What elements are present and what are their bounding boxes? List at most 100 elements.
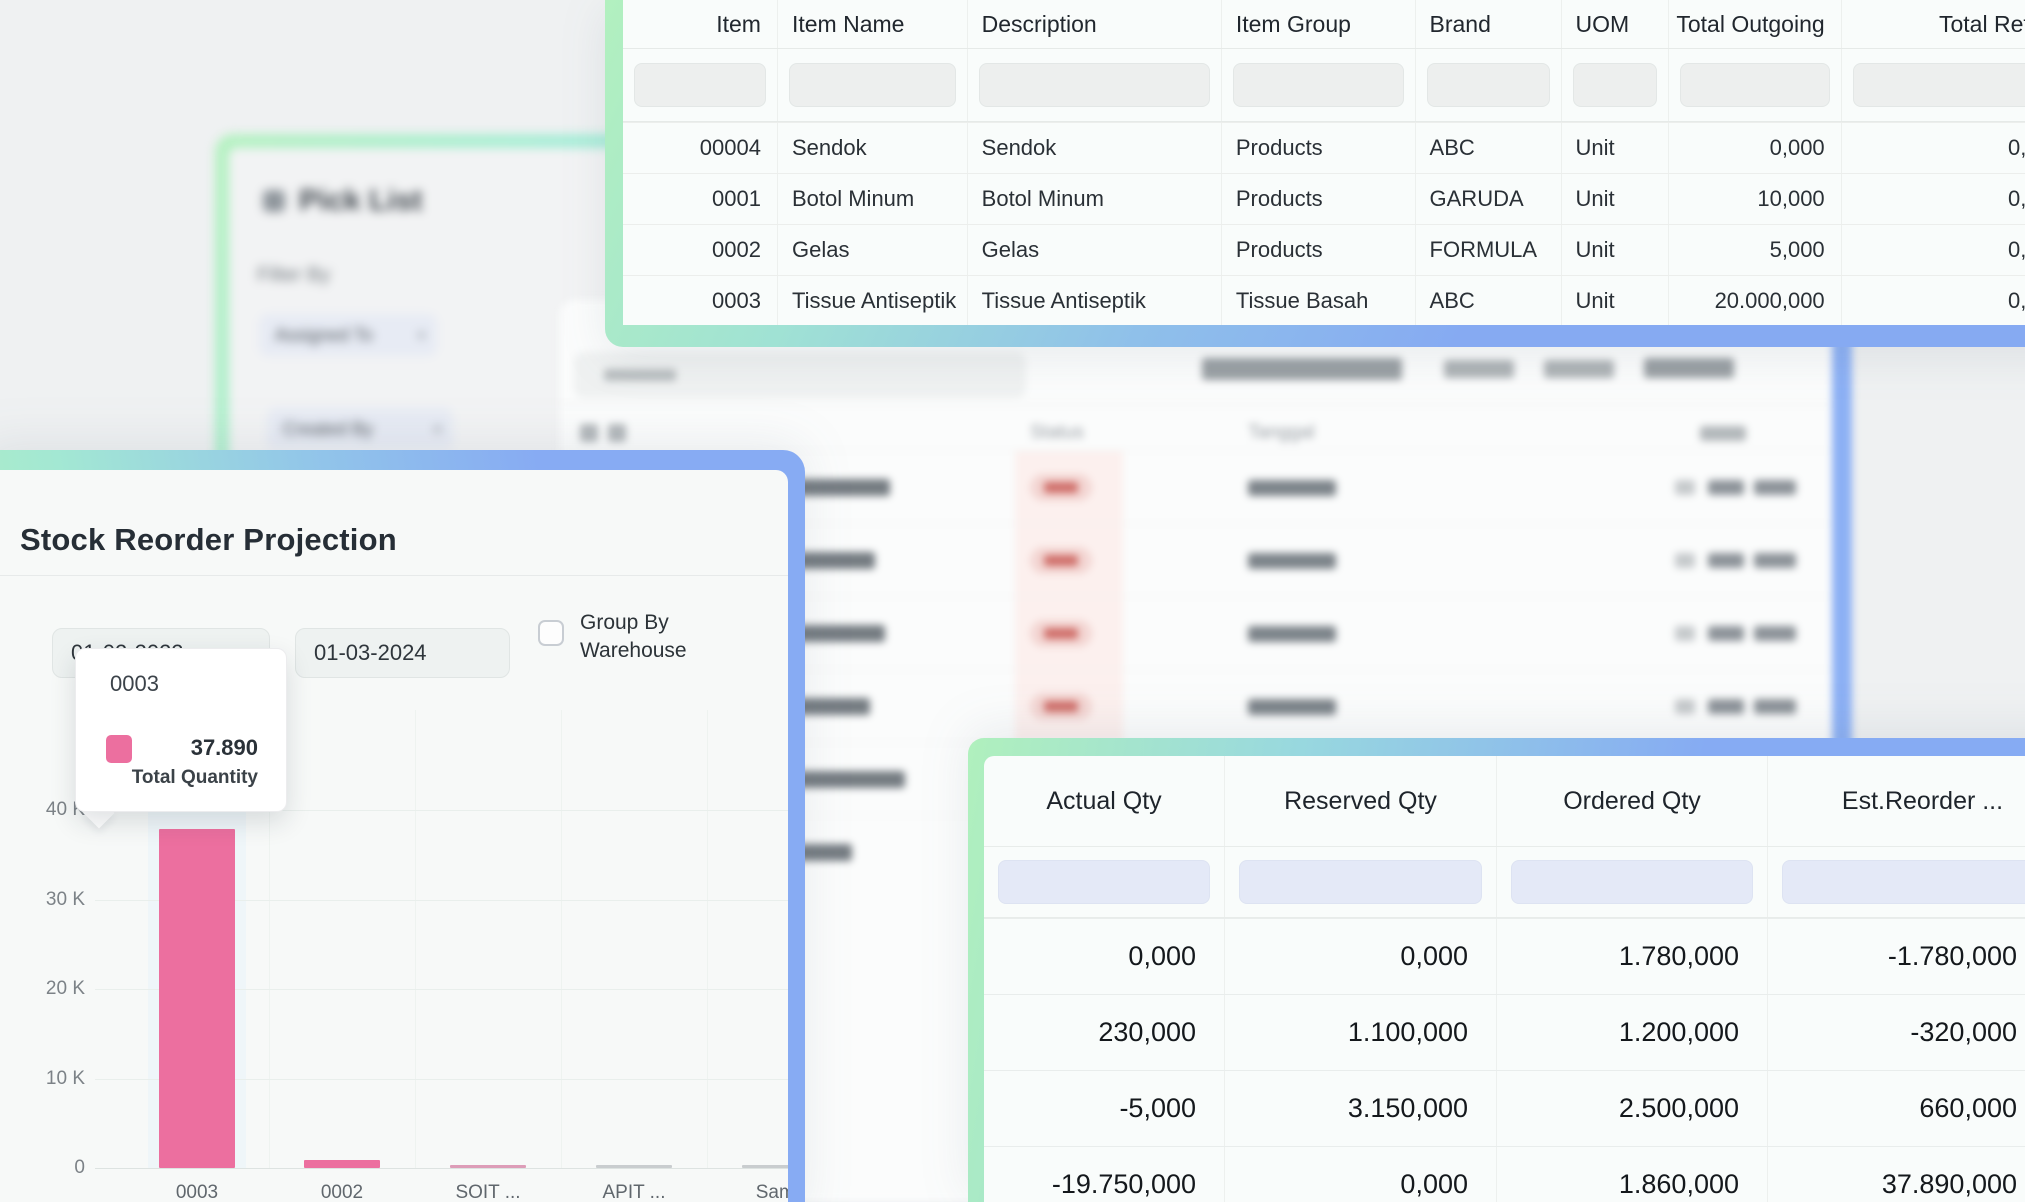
row-action-icon bbox=[1675, 626, 1695, 641]
assigned-to-filter[interactable]: Assigned To ▾ bbox=[259, 314, 437, 356]
table-cell: 37.890,000 bbox=[1768, 1147, 2025, 1202]
tooltip-category: 0003 bbox=[110, 671, 159, 697]
status-badge-text bbox=[1044, 482, 1078, 493]
column-header-placeholder bbox=[1700, 426, 1746, 441]
table-row[interactable]: -5,0003.150,0002.500,000660,000 bbox=[984, 1070, 2025, 1146]
table-cell: Tissue Antiseptik bbox=[968, 276, 1222, 325]
status-badge bbox=[1030, 693, 1092, 720]
table-cell: 0,000 bbox=[1842, 174, 2025, 224]
x-axis-tick-label: Sams bbox=[720, 1182, 788, 1202]
table-cell: Unit bbox=[1562, 276, 1669, 325]
group-by-warehouse-checkbox[interactable] bbox=[538, 620, 564, 646]
filter-cell bbox=[1222, 49, 1416, 121]
select-all-checkbox[interactable] bbox=[580, 424, 598, 442]
column-filter-input[interactable] bbox=[1573, 63, 1657, 107]
stock-reorder-panel: Stock Reorder Projection 01-02-2022 01-0… bbox=[0, 450, 805, 1202]
table-cell: Sendok bbox=[778, 123, 968, 173]
table-row[interactable]: 00004SendokSendokProductsABCUnit0,0000,0… bbox=[623, 122, 2025, 173]
row-action-icon bbox=[1675, 480, 1695, 495]
list-icon bbox=[263, 190, 285, 212]
chart-bar-SOIT[interactable] bbox=[450, 1165, 526, 1168]
table-row[interactable]: 0003Tissue AntiseptikTissue AntiseptikTi… bbox=[623, 275, 2025, 325]
column-filter-input[interactable] bbox=[998, 860, 1210, 904]
table-row[interactable]: 0002GelasGelasProductsFORMULAUnit5,0000,… bbox=[623, 224, 2025, 275]
chevron-down-icon: ▾ bbox=[434, 421, 441, 438]
search-input[interactable] bbox=[574, 352, 1026, 398]
column-header-item-group: Item Group bbox=[1222, 0, 1416, 48]
status-badge-text bbox=[1044, 701, 1078, 712]
filter-control-placeholder[interactable] bbox=[1202, 358, 1402, 380]
y-axis-tick-label: 40 K bbox=[0, 800, 85, 820]
list-settings-icon[interactable] bbox=[608, 424, 626, 442]
group-by-warehouse-label: Group By Warehouse bbox=[580, 609, 700, 665]
x-axis-tick-label: APIT ... bbox=[574, 1182, 694, 1202]
divider bbox=[560, 404, 1832, 405]
table-cell: 0,000 bbox=[1225, 1147, 1497, 1202]
table-header-row: Actual QtyReserved QtyOrdered QtyEst.Reo… bbox=[984, 756, 2025, 846]
table-row[interactable]: 0,0000,0001.780,000-1.780,000 bbox=[984, 918, 2025, 994]
table-row[interactable]: 230,0001.100,0001.200,000-320,000 bbox=[984, 994, 2025, 1070]
table-row[interactable]: 0001Botol MinumBotol MinumProductsGARUDA… bbox=[623, 173, 2025, 224]
column-filter-input[interactable] bbox=[1239, 860, 1482, 904]
column-header-actual-qty: Actual Qty bbox=[984, 756, 1225, 846]
column-filter-input[interactable] bbox=[1680, 63, 1830, 107]
table-cell: Unit bbox=[1562, 123, 1669, 173]
screen: Pick List Filter By Assigned To ▾ Create… bbox=[0, 0, 2025, 1202]
status-badge-text bbox=[1044, 628, 1078, 639]
tooltip-series-label: Total Quantity bbox=[132, 767, 258, 789]
chart-bar-APIT[interactable] bbox=[596, 1165, 672, 1168]
chart-bar-0003[interactable] bbox=[159, 829, 235, 1168]
table-cell: 0,000 bbox=[984, 919, 1225, 994]
chart-bar-Sams[interactable] bbox=[742, 1165, 788, 1168]
column-header-est-reorder-: Est.Reorder ... bbox=[1768, 756, 2025, 846]
table-cell: Products bbox=[1222, 225, 1416, 275]
chart-bar-0002[interactable] bbox=[304, 1160, 380, 1168]
filter-cell bbox=[1497, 847, 1768, 917]
blurred-date-text bbox=[1248, 480, 1336, 496]
blurred-date-text bbox=[1248, 699, 1336, 715]
filter-control-placeholder[interactable] bbox=[1444, 360, 1514, 378]
table-cell: Gelas bbox=[968, 225, 1222, 275]
status-badge bbox=[1030, 620, 1092, 647]
table-cell: ABC bbox=[1416, 276, 1562, 325]
column-filter-input[interactable] bbox=[1233, 63, 1404, 107]
chart-vertical-gridline bbox=[561, 710, 562, 1168]
column-filter-input[interactable] bbox=[979, 63, 1210, 107]
table-cell: Products bbox=[1222, 174, 1416, 224]
table-cell: GARUDA bbox=[1416, 174, 1562, 224]
column-filter-input[interactable] bbox=[1427, 63, 1550, 107]
column-filter-input[interactable] bbox=[1782, 860, 2025, 904]
table-cell: 3.150,000 bbox=[1225, 1071, 1497, 1146]
table-header-row: ItemItem NameDescriptionItem GroupBrandU… bbox=[623, 0, 2025, 48]
column-filter-input[interactable] bbox=[1853, 63, 2025, 107]
table-cell: 0002 bbox=[623, 225, 778, 275]
date-to-input[interactable]: 01-03-2024 bbox=[295, 628, 510, 678]
column-filter-input[interactable] bbox=[789, 63, 956, 107]
column-header-ordered-qty: Ordered Qty bbox=[1497, 756, 1768, 846]
date-column-header: Tanggal bbox=[1248, 422, 1315, 444]
reorder-qty-table: Actual QtyReserved QtyOrdered QtyEst.Reo… bbox=[968, 738, 2025, 1202]
status-badge bbox=[1030, 474, 1092, 501]
filter-control-placeholder[interactable] bbox=[1644, 358, 1734, 378]
table-cell: 1.780,000 bbox=[1497, 919, 1768, 994]
filter-cell bbox=[968, 49, 1222, 121]
y-axis-tick-label: 20 K bbox=[0, 979, 85, 999]
comment-count bbox=[1708, 699, 1744, 714]
table-cell: -1.780,000 bbox=[1768, 919, 2025, 994]
table-row[interactable]: -19.750,0000,0001.860,00037.890,000 bbox=[984, 1146, 2025, 1202]
column-header-item-name: Item Name bbox=[778, 0, 968, 48]
row-action-icon bbox=[1675, 699, 1695, 714]
filter-control-placeholder[interactable] bbox=[1544, 360, 1614, 378]
filter-by-label: Filter By bbox=[257, 264, 330, 287]
created-by-filter[interactable]: Created By ▾ bbox=[267, 408, 453, 450]
x-axis-tick-label: SOIT ... bbox=[428, 1182, 548, 1202]
table-cell: 5,000 bbox=[1669, 225, 1842, 275]
table-cell: 0,000 bbox=[1842, 225, 2025, 275]
table-cell: Products bbox=[1222, 123, 1416, 173]
table-cell: Botol Minum bbox=[778, 174, 968, 224]
column-header-description: Description bbox=[968, 0, 1222, 48]
column-filter-input[interactable] bbox=[634, 63, 766, 107]
column-filter-input[interactable] bbox=[1511, 860, 1753, 904]
table-cell: 10,000 bbox=[1669, 174, 1842, 224]
comment-count bbox=[1708, 626, 1744, 641]
